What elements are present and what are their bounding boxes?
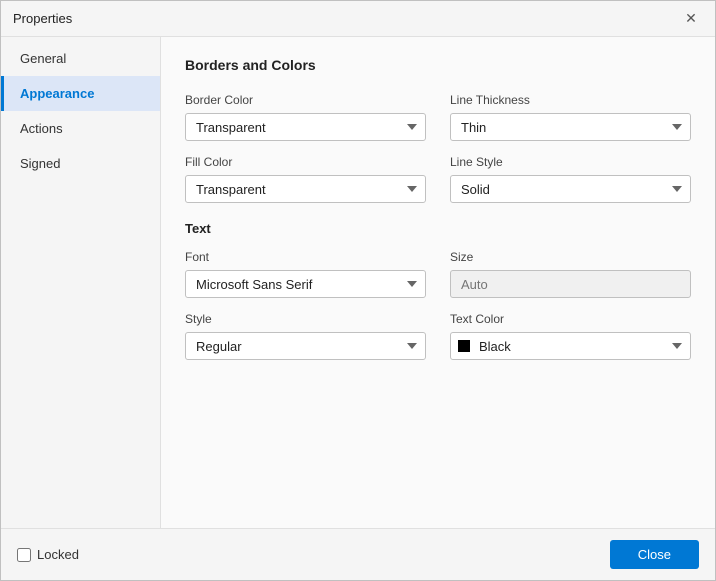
line-style-select[interactable]: Solid Dashed Dotted bbox=[450, 175, 691, 203]
text-color-select[interactable]: Black White Red Blue bbox=[450, 332, 691, 360]
fill-color-label: Fill Color bbox=[185, 155, 426, 169]
style-select[interactable]: Regular Bold Italic Bold Italic bbox=[185, 332, 426, 360]
line-thickness-group: Line Thickness Thin Medium Thick bbox=[450, 93, 691, 141]
borders-colors-grid: Border Color Transparent Black Red Blue … bbox=[185, 93, 691, 203]
sidebar-item-signed[interactable]: Signed bbox=[1, 146, 160, 181]
window-close-button[interactable]: ✕ bbox=[679, 7, 703, 31]
style-group: Style Regular Bold Italic Bold Italic bbox=[185, 312, 426, 360]
close-button[interactable]: Close bbox=[610, 540, 699, 569]
line-style-group: Line Style Solid Dashed Dotted bbox=[450, 155, 691, 203]
main-content: Borders and Colors Border Color Transpar… bbox=[161, 37, 715, 528]
properties-dialog: Properties ✕ General Appearance Actions … bbox=[0, 0, 716, 581]
locked-checkbox[interactable] bbox=[17, 548, 31, 562]
sidebar-item-actions[interactable]: Actions bbox=[1, 111, 160, 146]
locked-area: Locked bbox=[17, 547, 79, 562]
dialog-body: General Appearance Actions Signed Border… bbox=[1, 37, 715, 528]
font-select[interactable]: Microsoft Sans Serif Arial Times New Rom… bbox=[185, 270, 426, 298]
font-label: Font bbox=[185, 250, 426, 264]
titlebar: Properties ✕ bbox=[1, 1, 715, 37]
fill-color-group: Fill Color Transparent White Black Red bbox=[185, 155, 426, 203]
sidebar-item-appearance[interactable]: Appearance bbox=[1, 76, 160, 111]
border-color-label: Border Color bbox=[185, 93, 426, 107]
style-label: Style bbox=[185, 312, 426, 326]
text-color-select-wrapper: Black White Red Blue bbox=[450, 332, 691, 360]
font-group: Font Microsoft Sans Serif Arial Times Ne… bbox=[185, 250, 426, 298]
locked-label: Locked bbox=[37, 547, 79, 562]
text-color-label: Text Color bbox=[450, 312, 691, 326]
line-style-label: Line Style bbox=[450, 155, 691, 169]
sidebar: General Appearance Actions Signed bbox=[1, 37, 161, 528]
fill-color-select[interactable]: Transparent White Black Red bbox=[185, 175, 426, 203]
dialog-footer: Locked Close bbox=[1, 528, 715, 580]
border-color-group: Border Color Transparent Black Red Blue bbox=[185, 93, 426, 141]
size-group: Size bbox=[450, 250, 691, 298]
text-section-title: Text bbox=[185, 221, 691, 236]
size-input[interactable] bbox=[450, 270, 691, 298]
text-color-group: Text Color Black White Red Blue bbox=[450, 312, 691, 360]
sidebar-item-general[interactable]: General bbox=[1, 41, 160, 76]
window-title: Properties bbox=[13, 11, 72, 26]
section-title: Borders and Colors bbox=[185, 57, 691, 77]
size-label: Size bbox=[450, 250, 691, 264]
border-color-select[interactable]: Transparent Black Red Blue bbox=[185, 113, 426, 141]
text-grid: Font Microsoft Sans Serif Arial Times Ne… bbox=[185, 250, 691, 360]
line-thickness-label: Line Thickness bbox=[450, 93, 691, 107]
line-thickness-select[interactable]: Thin Medium Thick bbox=[450, 113, 691, 141]
